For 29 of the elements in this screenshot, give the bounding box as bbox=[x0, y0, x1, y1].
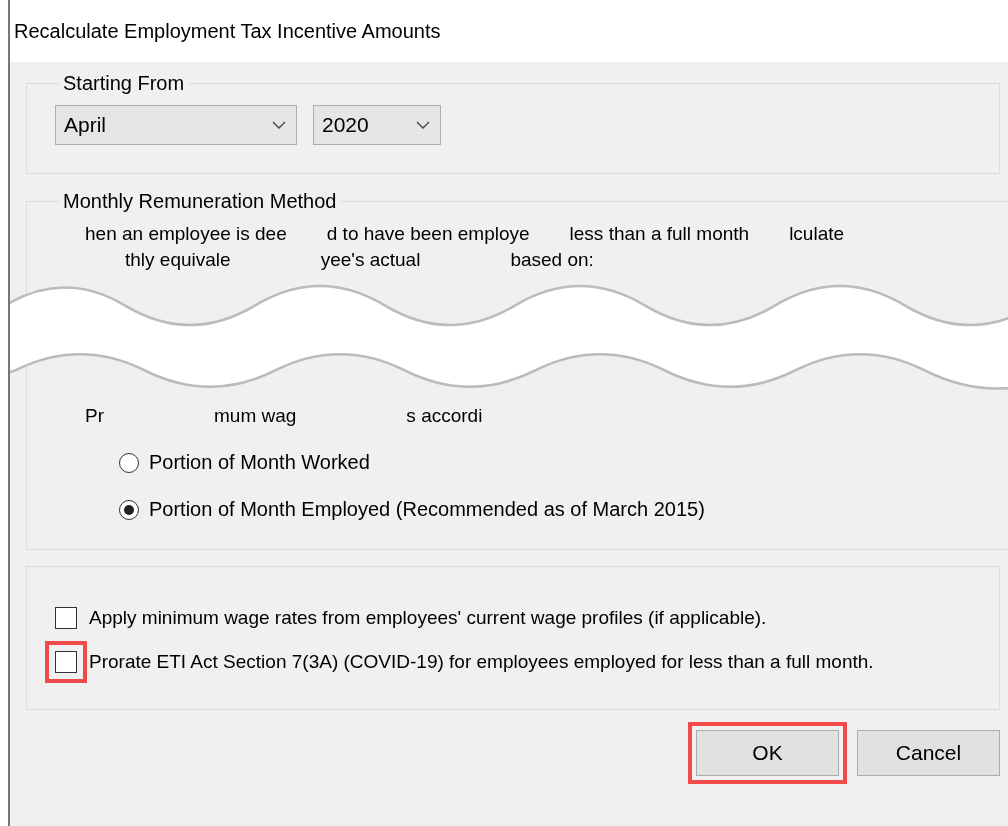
radio-button[interactable] bbox=[119, 499, 139, 520]
chevron-down-icon bbox=[272, 121, 286, 129]
text-fragment: yee's actual bbox=[320, 248, 421, 272]
year-dropdown[interactable]: 2020 bbox=[313, 105, 441, 145]
text-fragment: based on: bbox=[510, 248, 594, 272]
chevron-down-icon bbox=[416, 121, 430, 129]
window-title: Recalculate Employment Tax Incentive Amounts bbox=[14, 19, 441, 43]
text-fragment: less than a full month bbox=[569, 222, 750, 246]
text-fragment: mum wag bbox=[214, 404, 297, 428]
radio-label: Portion of Month Worked bbox=[149, 451, 370, 474]
text-fragment: hen an employee is dee bbox=[85, 222, 287, 246]
month-dropdown[interactable]: April bbox=[55, 105, 297, 145]
text-fragment: thly equivale bbox=[125, 248, 231, 272]
checkbox[interactable] bbox=[55, 607, 77, 629]
radio-button[interactable] bbox=[119, 452, 139, 473]
text-fragment: Pr bbox=[85, 404, 104, 428]
text-fragment: s accordi bbox=[406, 404, 483, 428]
radio-option[interactable]: Portion of Month Worked bbox=[119, 451, 1008, 474]
radio-option[interactable]: Portion of Month Employed (Recommended as of March 2015) bbox=[119, 498, 1008, 521]
checkbox-label: Apply minimum wage rates from employees' current wage profiles (if applicable). bbox=[89, 607, 767, 629]
checkbox-label: Prorate ETI Act Section 7(3A) (COVID-19) for employees employed for less than a full month. bbox=[89, 651, 874, 673]
radio-label: Portion of Month Employed (Recommended as of March 2015) bbox=[149, 498, 705, 521]
checkbox[interactable] bbox=[55, 651, 77, 673]
group-legend: Starting From bbox=[59, 72, 189, 95]
ok-button[interactable]: OK bbox=[696, 730, 839, 776]
group-legend: Monthly Remuneration Method bbox=[59, 190, 341, 213]
text-fragment: lculate bbox=[789, 222, 845, 246]
cancel-button[interactable]: Cancel bbox=[857, 730, 1000, 776]
text-fragment: d to have been employe bbox=[326, 222, 530, 246]
